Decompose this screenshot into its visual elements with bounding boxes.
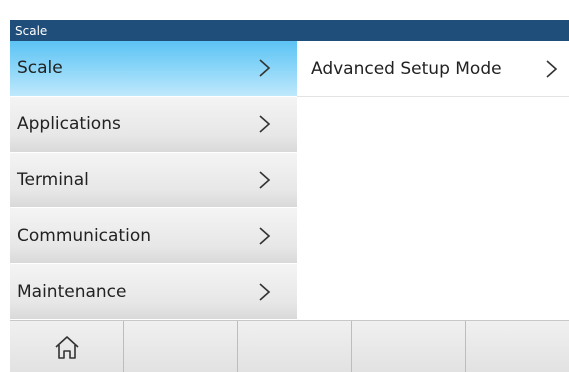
menu-item-communication[interactable]: Communication — [10, 208, 297, 265]
menu-item-terminal[interactable]: Terminal — [10, 152, 297, 209]
home-icon — [54, 335, 79, 359]
menu-item-label: Maintenance — [17, 281, 127, 302]
softkey-bar — [10, 320, 569, 372]
chevron-right-icon — [259, 227, 271, 245]
menu-item-label: Applications — [17, 114, 121, 135]
chevron-right-icon — [259, 115, 271, 133]
softkey-5[interactable] — [466, 321, 569, 372]
chevron-right-icon — [546, 59, 558, 78]
chevron-right-icon — [259, 282, 271, 301]
setup-menu: Scale Applications Terminal Communicatio… — [10, 41, 297, 320]
softkey-4[interactable] — [352, 321, 466, 372]
window-title: Scale — [15, 23, 48, 38]
chevron-right-icon — [259, 171, 271, 189]
softkey-2[interactable] — [124, 321, 238, 372]
home-softkey[interactable] — [10, 321, 124, 372]
menu-item-label: Terminal — [17, 169, 89, 190]
softkey-3[interactable] — [238, 321, 352, 372]
submenu-item-label: Advanced Setup Mode — [311, 58, 502, 79]
menu-item-applications[interactable]: Applications — [10, 96, 297, 153]
menu-item-maintenance[interactable]: Maintenance — [10, 264, 297, 320]
menu-item-scale[interactable]: Scale — [10, 41, 297, 97]
chevron-right-icon — [259, 59, 271, 77]
menu-item-label: Scale — [17, 58, 63, 79]
submenu-panel: Advanced Setup Mode — [297, 41, 569, 320]
menu-item-label: Communication — [17, 225, 151, 246]
title-bar: Scale — [10, 20, 569, 41]
submenu-item-advanced-setup-mode[interactable]: Advanced Setup Mode — [297, 41, 569, 97]
